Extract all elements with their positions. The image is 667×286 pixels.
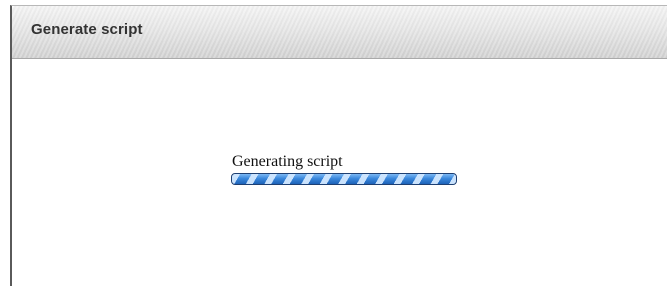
progress-bar [231,173,457,185]
dialog-titlebar[interactable]: Generate script [12,6,667,59]
generate-script-dialog: Generate script Generating script [10,5,667,286]
progress-bar-fill [232,174,456,184]
progress-area: Generating script [231,153,457,185]
progress-status-label: Generating script [232,153,343,170]
dialog-title: Generate script [31,21,143,38]
